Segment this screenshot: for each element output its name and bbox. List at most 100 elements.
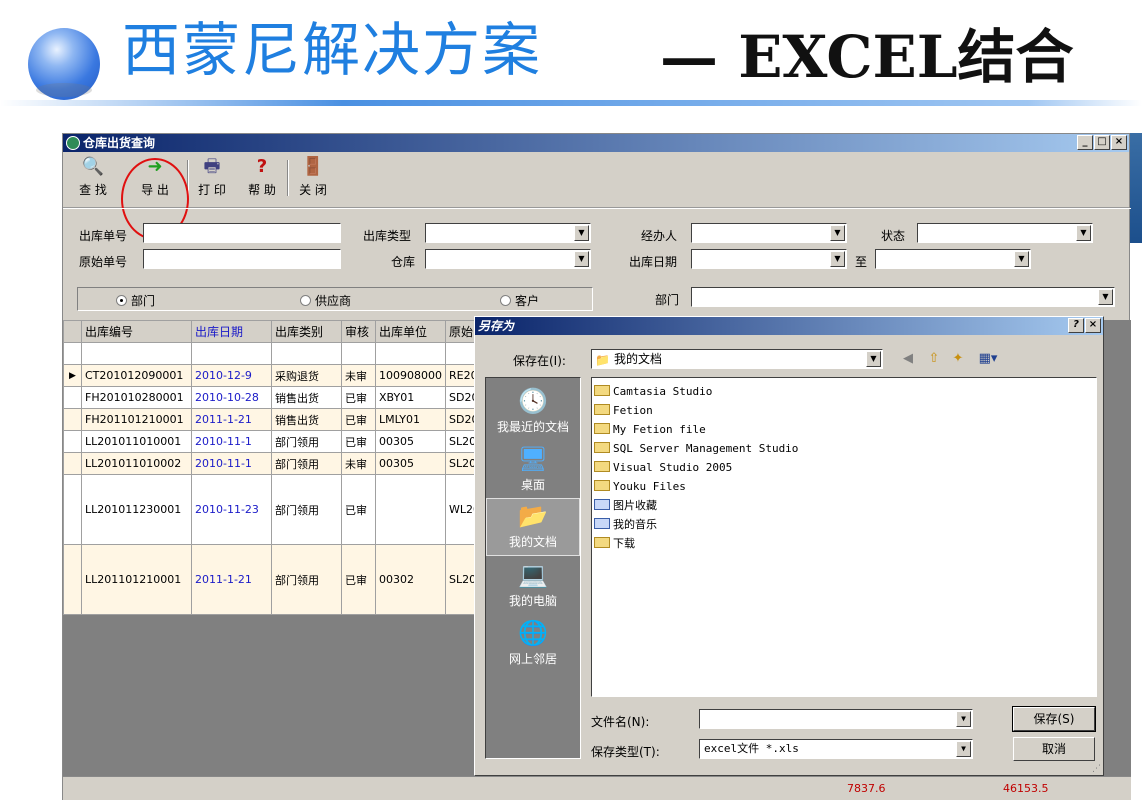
folder-name: SQL Server Management Studio [613, 442, 799, 455]
app-icon [66, 136, 80, 150]
save-button[interactable]: 保存(S) [1012, 706, 1096, 732]
chevron-down-icon[interactable]: ▼ [1076, 225, 1091, 241]
chevron-down-icon[interactable]: ▼ [830, 225, 845, 241]
chevron-down-icon[interactable]: ▼ [574, 251, 589, 267]
filter-cell[interactable] [341, 342, 376, 365]
close-tool-button[interactable]: 🚪 关 闭 [291, 156, 335, 200]
place-desktop[interactable]: 🖥 桌面 [486, 442, 580, 500]
maximize-button[interactable]: □ [1094, 135, 1110, 150]
view-menu-icon[interactable]: ▦▾ [975, 351, 1001, 367]
list-item[interactable]: Camtasia Studio [594, 382, 1094, 401]
table-row[interactable]: LL201101210001 2011-1-21 部门领用 已审 00302 S… [63, 544, 492, 615]
col-out-type[interactable]: 出库类别 [271, 320, 342, 343]
radio-customer[interactable]: 客户 [500, 292, 539, 309]
out-date-label: 出库日期 [629, 255, 678, 269]
filetype-select[interactable]: excel文件 *.xls ▼ [699, 739, 973, 759]
new-folder-icon[interactable]: ✦ [949, 351, 967, 367]
filter-cell[interactable] [271, 342, 342, 365]
list-item[interactable]: 我的音乐 [594, 515, 1094, 534]
table-row[interactable]: LL201011010002 2010-11-1 部门领用 未审 00305 S… [63, 452, 492, 475]
to-label: 至 [855, 255, 868, 269]
list-item[interactable]: 图片收藏 [594, 496, 1094, 515]
folder-name: Youku Files [613, 480, 686, 493]
back-icon[interactable]: ◀ [899, 351, 917, 367]
date-from-select[interactable]: ▼ [691, 249, 847, 269]
table-row[interactable]: FH201101210001 2011-1-21 销售出货 已审 LMLY01 … [63, 408, 492, 431]
table-row[interactable]: FH201010280001 2010-10-28 销售出货 已审 XBY01 … [63, 386, 492, 409]
chevron-down-icon[interactable]: ▼ [956, 741, 971, 757]
file-list: Camtasia Studio Fetion My Fetion file SQ… [591, 377, 1097, 697]
total-amount-1: 7837.6 [847, 782, 886, 795]
cell-date: 2010-12-9 [191, 364, 272, 387]
col-out-unit[interactable]: 出库单位 [375, 320, 446, 343]
cell-unit: 100908000 [375, 364, 446, 387]
close-button[interactable]: × [1111, 135, 1127, 150]
folder-docs-icon: 📁 [595, 353, 610, 367]
slide-subtitle: — EXCEL结合 [660, 23, 1074, 91]
help-button[interactable]: ? 帮 助 [239, 156, 285, 200]
orig-no-input[interactable] [143, 249, 341, 269]
list-item[interactable]: Fetion [594, 401, 1094, 420]
place-my-computer[interactable]: 💻 我的电脑 [486, 558, 580, 616]
col-out-date[interactable]: 出库日期 [191, 320, 272, 343]
place-network[interactable]: 🌐 网上邻居 [486, 616, 580, 674]
list-item[interactable]: Visual Studio 2005 [594, 458, 1094, 477]
dialog-close-button[interactable]: × [1085, 318, 1101, 333]
cell-type: 销售出货 [271, 408, 342, 431]
out-type-select[interactable]: ▼ [425, 223, 591, 243]
dept-label: 部门 [655, 293, 680, 307]
filter-cell[interactable] [375, 342, 446, 365]
table-row[interactable]: LL201011230001 2010-11-23 部门领用 已审 WL20 [63, 474, 492, 545]
filter-cell[interactable] [191, 342, 272, 365]
chevron-down-icon[interactable]: ▼ [1014, 251, 1029, 267]
up-folder-icon[interactable]: ⇧ [925, 351, 943, 367]
dialog-titlebar[interactable]: 另存为 ? × [475, 317, 1103, 335]
dept-select[interactable]: ▼ [691, 287, 1115, 307]
radio-unchecked-icon [500, 295, 511, 306]
folder-name: 图片收藏 [613, 499, 657, 512]
table-row[interactable]: LL201011010001 2010-11-1 部门领用 已审 00305 S… [63, 430, 492, 453]
find-button[interactable]: 🔍 查 找 [71, 156, 115, 200]
col-out-no[interactable]: 出库编号 [81, 320, 192, 343]
col-audit[interactable]: 审核 [341, 320, 376, 343]
filter-cell[interactable] [81, 342, 192, 365]
warehouse-select[interactable]: ▼ [425, 249, 591, 269]
list-item[interactable]: My Fetion file [594, 420, 1094, 439]
list-item[interactable]: 下载 [594, 534, 1094, 553]
save-as-dialog: 另存为 ? × 保存在(I): 📁 我的文档 ▼ ◀ ⇧ ✦ ▦▾ 🕓 我最近的… [474, 316, 1104, 776]
table-row[interactable]: ▶ CT201012090001 2010-12-9 采购退货 未审 10090… [63, 364, 492, 387]
resize-grip-icon[interactable]: ⋰ [1092, 764, 1101, 774]
list-item[interactable]: SQL Server Management Studio [594, 439, 1094, 458]
chevron-down-icon[interactable]: ▼ [830, 251, 845, 267]
help-label: 帮 助 [248, 183, 276, 197]
cell-unit: 00302 [375, 544, 446, 615]
place-network-label: 网上邻居 [508, 652, 557, 666]
chevron-down-icon[interactable]: ▼ [866, 351, 881, 367]
cell-no: FH201101210001 [81, 408, 192, 431]
window-titlebar[interactable]: 仓库出货查询 _ □ × [63, 134, 1129, 152]
cancel-button[interactable]: 取消 [1013, 737, 1095, 761]
save-in-select[interactable]: 📁 我的文档 ▼ [591, 349, 883, 369]
radio-dept[interactable]: 部门 [116, 292, 155, 309]
dialog-title: 另存为 [478, 319, 515, 333]
chevron-down-icon[interactable]: ▼ [956, 711, 971, 727]
chevron-down-icon[interactable]: ▼ [574, 225, 589, 241]
places-bar: 🕓 我最近的文档 🖥 桌面 📂 我的文档 💻 我的电脑 🌐 网上邻居 [485, 377, 581, 759]
place-recent[interactable]: 🕓 我最近的文档 [486, 384, 580, 442]
print-button[interactable]: 🖶 打 印 [189, 156, 235, 200]
filename-input[interactable]: ▼ [699, 709, 973, 729]
cell-no: CT201012090001 [81, 364, 192, 387]
date-to-select[interactable]: ▼ [875, 249, 1031, 269]
folder-name: Visual Studio 2005 [613, 461, 733, 474]
minimize-button[interactable]: _ [1077, 135, 1093, 150]
cell-date: 2011-1-21 [191, 408, 272, 431]
handler-select[interactable]: ▼ [691, 223, 847, 243]
dialog-help-button[interactable]: ? [1068, 318, 1084, 333]
status-select[interactable]: ▼ [917, 223, 1093, 243]
folder-icon [594, 537, 610, 548]
radio-supplier[interactable]: 供应商 [300, 292, 351, 309]
out-no-input[interactable] [143, 223, 341, 243]
chevron-down-icon[interactable]: ▼ [1098, 289, 1113, 305]
place-my-documents[interactable]: 📂 我的文档 [486, 498, 580, 556]
list-item[interactable]: Youku Files [594, 477, 1094, 496]
